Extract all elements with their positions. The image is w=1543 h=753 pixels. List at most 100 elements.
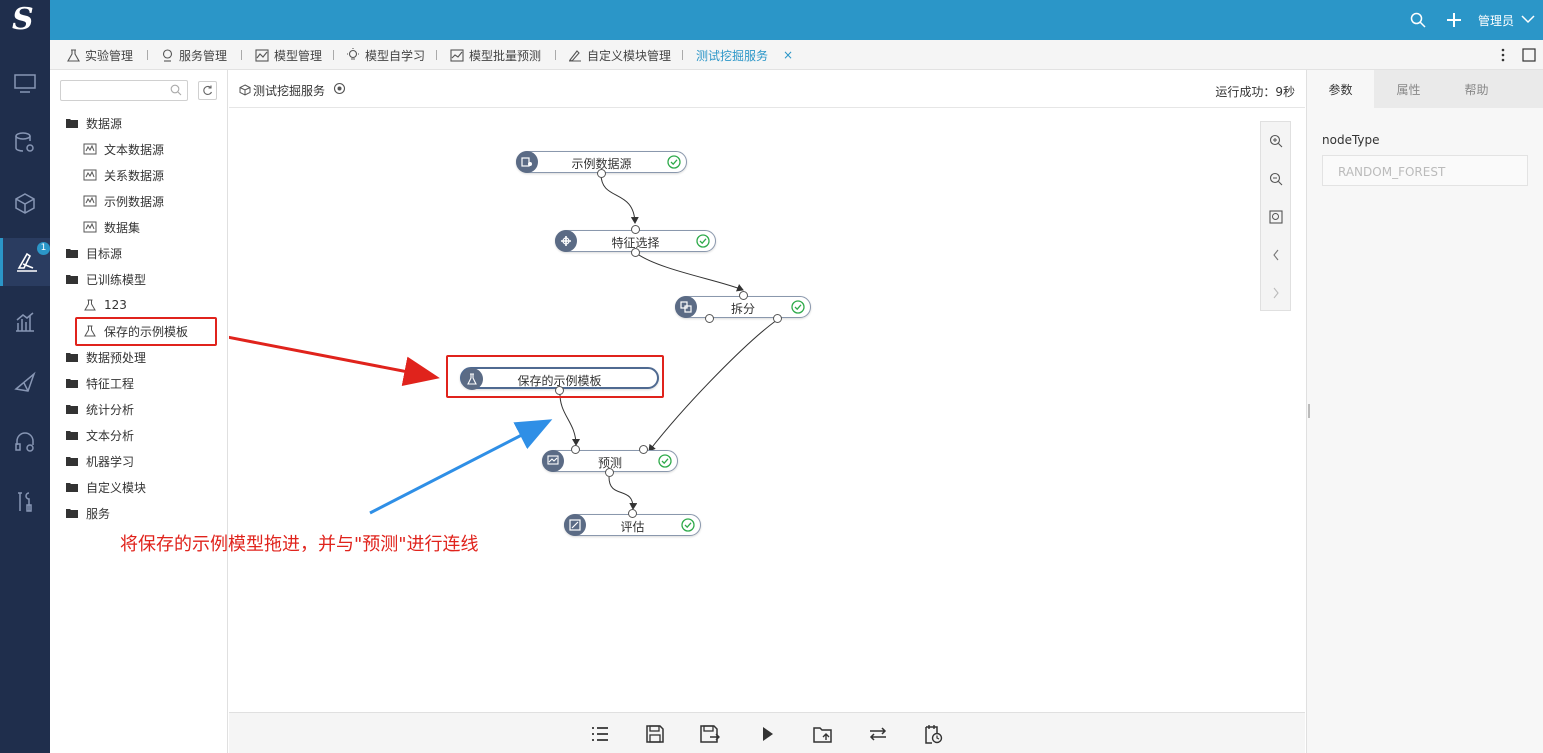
tree-folder[interactable]: 自定义模块 xyxy=(65,477,146,497)
tree-folder[interactable]: 特征工程 xyxy=(65,373,134,393)
zoom-out-button[interactable] xyxy=(1261,160,1290,198)
collapse-left-button[interactable] xyxy=(1261,236,1290,274)
schedule-button[interactable] xyxy=(920,721,946,747)
rail-monitor[interactable] xyxy=(0,60,50,108)
tree-leaf[interactable]: 示例数据源 xyxy=(83,191,164,211)
tree-folder[interactable]: 文本分析 xyxy=(65,425,134,445)
maximize-icon[interactable] xyxy=(1522,48,1536,62)
rail-model[interactable] xyxy=(0,179,50,227)
database-gear-icon xyxy=(15,132,34,152)
rail-publish[interactable] xyxy=(0,358,50,406)
tab-label: 服务管理 xyxy=(179,48,228,63)
tab-selflearn[interactable]: 模型自学习 xyxy=(346,40,425,70)
rail-data[interactable] xyxy=(0,119,50,167)
send-icon xyxy=(14,371,36,392)
rail-experiment[interactable]: 1 xyxy=(0,238,50,286)
tree-search-input[interactable] xyxy=(60,80,188,101)
port-split-out-1[interactable] xyxy=(705,314,714,323)
search-icon[interactable] xyxy=(1410,12,1426,28)
port-eval-in[interactable] xyxy=(628,509,637,518)
flask-icon xyxy=(16,252,37,272)
swap-button[interactable] xyxy=(865,721,891,747)
tree-leaf[interactable]: 文本数据源 xyxy=(83,139,164,159)
tab-model[interactable]: 模型管理 xyxy=(255,40,322,70)
tree-folder[interactable]: 数据预处理 xyxy=(65,347,146,367)
tree-folder[interactable]: 数据源 xyxy=(65,113,122,133)
tab-close-icon[interactable]: × xyxy=(783,48,793,62)
tab-label: 测试挖掘服务 xyxy=(696,48,769,63)
tree-item-label: 机器学习 xyxy=(86,454,135,469)
tree-leaf[interactable]: 123 xyxy=(83,295,127,315)
tab-divider xyxy=(333,50,334,60)
field-label: nodeType xyxy=(1322,133,1380,147)
top-bar: S 管理员 xyxy=(0,0,1543,40)
red-arrow xyxy=(229,335,440,387)
zoom-fit-icon xyxy=(1268,210,1283,224)
tab-label: 实验管理 xyxy=(85,48,134,63)
save-button[interactable] xyxy=(642,721,668,747)
check-icon xyxy=(791,300,805,314)
tab-test-mining[interactable]: 测试挖掘服务 × xyxy=(696,40,793,70)
tree-folder[interactable]: 服务 xyxy=(65,503,110,523)
flask-icon xyxy=(461,368,483,390)
port-source-out[interactable] xyxy=(597,169,606,178)
export-button[interactable] xyxy=(810,721,836,747)
chevron-down-icon[interactable] xyxy=(1521,14,1535,24)
port-select-out[interactable] xyxy=(631,248,640,257)
chevron-right-icon xyxy=(1273,287,1279,299)
flow-canvas[interactable]: 测试挖掘服务 运行成功：9秒 示例数据源 特征选择 拆分 保存的示例模板 预测 … xyxy=(120,70,1305,712)
module-tree-panel: 数据源 文本数据源 关系数据源 示例数据源 数据集 目标源 已训练模型 123 保存的示例模板数… xyxy=(50,70,228,753)
properties-tabs: 参数 属性 帮助 xyxy=(1307,70,1543,108)
tree-item-label: 数据预处理 xyxy=(86,350,147,365)
tab-custom-module[interactable]: 自定义模块管理 xyxy=(568,40,671,70)
zoom-fit-button[interactable] xyxy=(1261,198,1290,236)
tab-service[interactable]: 服务管理 xyxy=(161,40,227,70)
port-predict-out[interactable] xyxy=(605,468,614,477)
tools-icon xyxy=(18,492,32,512)
service-icon xyxy=(162,48,173,62)
tab-divider xyxy=(555,50,556,60)
resize-handle[interactable] xyxy=(1308,404,1310,418)
tree-folder[interactable]: 目标源 xyxy=(65,243,122,263)
rail-service[interactable] xyxy=(0,418,50,466)
port-split-in[interactable] xyxy=(739,291,748,300)
node-type-field[interactable]: RANDOM_FOREST xyxy=(1322,155,1528,186)
logo[interactable]: S xyxy=(0,0,50,40)
port-predict-in-2[interactable] xyxy=(639,445,648,454)
tab-help[interactable]: 帮助 xyxy=(1443,70,1510,108)
tree-leaf[interactable]: 关系数据源 xyxy=(83,165,164,185)
port-select-in[interactable] xyxy=(631,225,640,234)
rail-report[interactable] xyxy=(0,298,50,346)
collapse-right-button[interactable] xyxy=(1261,274,1290,312)
port-predict-in-1[interactable] xyxy=(571,445,580,454)
tree-folder[interactable]: 机器学习 xyxy=(65,451,134,471)
tree-item-label: 目标源 xyxy=(86,246,123,261)
plus-icon[interactable] xyxy=(1446,12,1462,28)
datasource-icon xyxy=(83,221,97,233)
evaluate-icon xyxy=(564,514,586,536)
port-template-out[interactable] xyxy=(555,386,564,395)
port-split-out-2[interactable] xyxy=(773,314,782,323)
refresh-button[interactable] xyxy=(198,81,217,100)
app-window: S 管理员 1 实验管理 服务管理 模型管理 模型自学习 模型批量预测 自定义模… xyxy=(0,0,1543,753)
tree-item-label: 示例数据源 xyxy=(104,194,165,209)
tab-params[interactable]: 参数 xyxy=(1307,70,1374,108)
datasource-icon xyxy=(516,151,538,173)
run-button[interactable] xyxy=(755,721,781,747)
tree-leaf[interactable]: 数据集 xyxy=(83,217,140,237)
tab-attributes[interactable]: 属性 xyxy=(1375,70,1442,108)
tab-experiment[interactable]: 实验管理 xyxy=(67,40,133,70)
zoom-in-button[interactable] xyxy=(1261,122,1290,160)
folder-icon xyxy=(66,249,78,258)
admin-menu[interactable]: 管理员 xyxy=(1478,12,1514,29)
connections-layer xyxy=(229,173,778,515)
tree-folder[interactable]: 已训练模型 xyxy=(65,269,146,289)
search-icon[interactable] xyxy=(170,84,182,96)
list-button[interactable] xyxy=(587,721,613,747)
tree-folder[interactable]: 统计分析 xyxy=(65,399,134,419)
rail-tools[interactable] xyxy=(0,478,50,526)
more-vertical-icon[interactable] xyxy=(1500,48,1506,62)
save-as-button[interactable] xyxy=(697,721,723,747)
tree-item-label: 123 xyxy=(104,298,127,312)
tab-batch-predict[interactable]: 模型批量预测 xyxy=(450,40,541,70)
